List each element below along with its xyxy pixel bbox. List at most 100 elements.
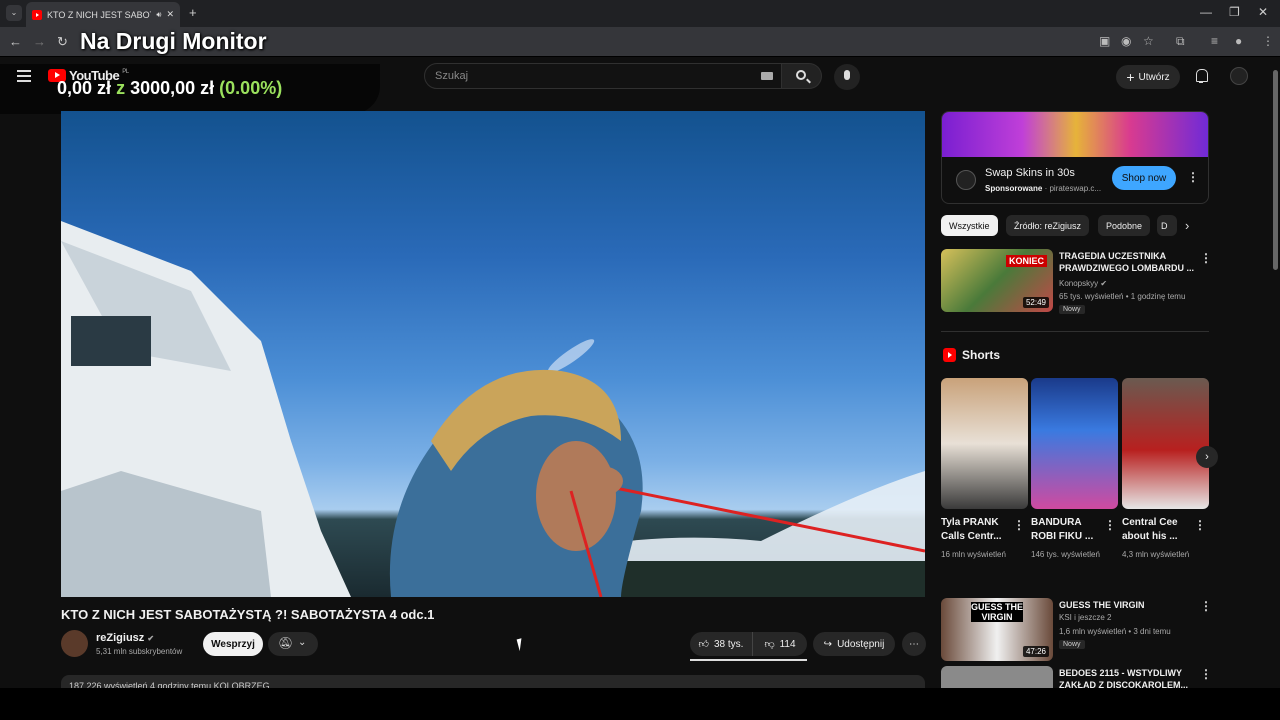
media-icon[interactable]: ≡ [1211,34,1218,48]
rec-menu-icon[interactable]: ⋮ [1200,251,1212,265]
short-thumbnail-2[interactable] [1031,378,1118,509]
short-title-1[interactable]: Tyla PRANK Calls Centr... [941,516,1011,544]
menu-dots-icon[interactable]: ⋮ [1262,34,1274,48]
rec-thumbnail-1[interactable]: KONIEC 52:49 [941,249,1053,312]
ad-title: Swap Skins in 30s [985,167,1075,179]
short-menu-icon[interactable]: ⋮ [1194,518,1206,532]
verified-icon: ✔ [147,634,155,643]
chevron-down-icon: ⌄ [298,637,307,648]
browser-tab[interactable]: KTO Z NICH JEST SABOTAŹ 🔊︎ ✕ [26,2,180,27]
rec-menu-icon[interactable]: ⋮ [1200,667,1212,681]
chevron-right-icon[interactable]: › [1185,218,1189,233]
hamburger-menu-icon[interactable] [17,70,31,82]
rec-channel-1[interactable]: Konopskyy ✔ [1059,279,1107,288]
rec-channel-2[interactable]: KSI i jeszcze 2 [1059,613,1111,622]
new-badge: Nowy [1059,640,1085,649]
ad-sponsored-label: Sponsorowane [985,184,1043,193]
short-views-3: 4,3 mln wyświetleń [1122,550,1190,559]
money-value: 0,00 zł [57,78,112,98]
channel-name[interactable]: reZigiusz ✔ [96,632,154,644]
share-button[interactable]: ↪ Udostępnij [813,632,895,656]
video-title: KTO Z NICH JEST SABOTAŻYSTĄ ?! SABOTAŻYS… [61,607,435,622]
rec-thumbnail-2[interactable]: GUESS THE VIRGIN 47:26 [941,598,1053,661]
chip-source[interactable]: Źródło: reZigiusz [1006,215,1090,236]
ad-logo [956,170,976,190]
dislike-count: 114 [779,638,796,650]
new-tab-icon[interactable]: + [189,5,197,20]
extensions-icon[interactable]: ⧉ [1176,34,1185,49]
close-window-icon[interactable]: ✕ [1258,5,1268,19]
search-input[interactable]: Szukaj [424,63,782,89]
rec-channel-name-1: Konopskyy [1059,279,1099,288]
cast-icon[interactable]: ▣ [1099,34,1110,48]
short-views-2: 146 tys. wyświetleń [1031,550,1100,559]
rec-menu-icon[interactable]: ⋮ [1200,599,1212,613]
tab-title: KTO Z NICH JEST SABOTAŹ [47,9,151,20]
channel-avatar[interactable] [61,630,88,657]
duration-badge: 52:49 [1022,297,1049,308]
search-button[interactable] [782,63,822,89]
sponsored-ad-card[interactable]: Swap Skins in 30s Sponsorowane · pirates… [941,111,1209,204]
search-icon [796,70,806,80]
like-ratio-bar [690,659,807,661]
chip-all[interactable]: Wszystkie [941,215,998,236]
shop-now-button[interactable]: Shop now [1112,166,1176,190]
verified-icon: ✔ [1100,279,1108,288]
subscribe-notification-button[interactable]: 🔕︎ ⌄ [268,632,318,656]
notifications-bell-icon[interactable] [1194,68,1208,84]
account-avatar[interactable] [1230,67,1248,85]
chip-more[interactable]: D [1157,215,1177,236]
tab-list-icon[interactable]: ⌄ [6,5,22,21]
short-menu-icon[interactable]: ⋮ [1013,518,1025,532]
reload-icon[interactable]: ↻ [57,34,68,50]
audio-icon[interactable]: 🔊︎ [156,10,161,20]
channel-name-text: reZigiusz [96,632,145,644]
close-tab-icon[interactable]: ✕ [166,9,174,20]
rec-title-2[interactable]: GUESS THE VIRGIN [1059,599,1197,611]
bookmark-star-icon[interactable]: ☆ [1143,34,1154,48]
stream-overlay-title: Na Drugi Monitor [80,28,267,54]
taskbar-strip [0,688,1280,720]
chip-similar[interactable]: Podobne [1098,215,1151,236]
ad-menu-icon[interactable]: ⋮ [1187,170,1199,184]
shorts-next-icon[interactable]: › [1196,446,1218,468]
scrollbar-thumb[interactable] [1273,70,1278,270]
like-button[interactable]: 👍︎ 38 tys. [690,632,752,656]
rec-thumb-text-1: KONIEC [1005,255,1047,267]
dislike-button[interactable]: 👎︎ 114 [752,632,807,656]
eye-off-icon[interactable]: ◉ [1121,34,1131,48]
support-button[interactable]: Wesprzyj [203,632,263,656]
keyboard-icon[interactable] [761,72,773,80]
video-player[interactable] [61,111,925,597]
short-views-1: 16 mln wyświetleń [941,550,1006,559]
mouse-cursor-icon [516,636,530,652]
duration-badge: 47:26 [1022,646,1049,657]
browser-tab-bar: ⌄ KTO Z NICH JEST SABOTAŹ 🔊︎ ✕ + — ❐ ✕ [0,0,1280,27]
plus-icon: + [1126,69,1135,85]
short-title-3[interactable]: Central Cee about his ... [1122,516,1192,544]
rec-title-3[interactable]: BEDOES 2115 - WSTYDLIWY ZAKŁAD Z DISCOKA… [1059,667,1197,688]
maximize-icon[interactable]: ❐ [1229,5,1240,19]
short-menu-icon[interactable]: ⋮ [1104,518,1116,532]
rec-title-1[interactable]: TRAGEDIA UCZESTNIKA PRAWDZIWEGO LOMBARDU… [1059,250,1197,274]
create-button[interactable]: + Utwórz [1116,65,1180,89]
ad-domain: · pirateswap.c... [1044,184,1102,193]
share-icon: ↪ [823,638,833,650]
forward-icon[interactable]: → [33,34,46,49]
rec-thumbnail-3[interactable] [941,666,1053,688]
shorts-icon [943,348,956,362]
money-goal: 3000,00 zł [130,78,215,98]
youtube-favicon-icon [32,9,42,20]
share-label: Udostępnij [837,638,885,650]
back-icon[interactable]: ← [9,34,22,49]
profile-icon[interactable]: ● [1235,34,1242,48]
money-separator: z [116,78,126,98]
minimize-icon[interactable]: — [1200,5,1212,19]
short-thumbnail-1[interactable] [941,378,1028,509]
more-actions-button[interactable]: ⋯ [902,632,926,656]
short-thumbnail-3[interactable] [1122,378,1209,509]
donation-goal-text: 0,00 zł z 3000,00 zł (0.00%) [57,78,282,99]
short-title-2[interactable]: BANDURA ROBI FIKU ... [1031,516,1101,544]
bell-off-icon: 🔕︎ [278,636,294,650]
voice-search-icon[interactable] [834,64,860,90]
